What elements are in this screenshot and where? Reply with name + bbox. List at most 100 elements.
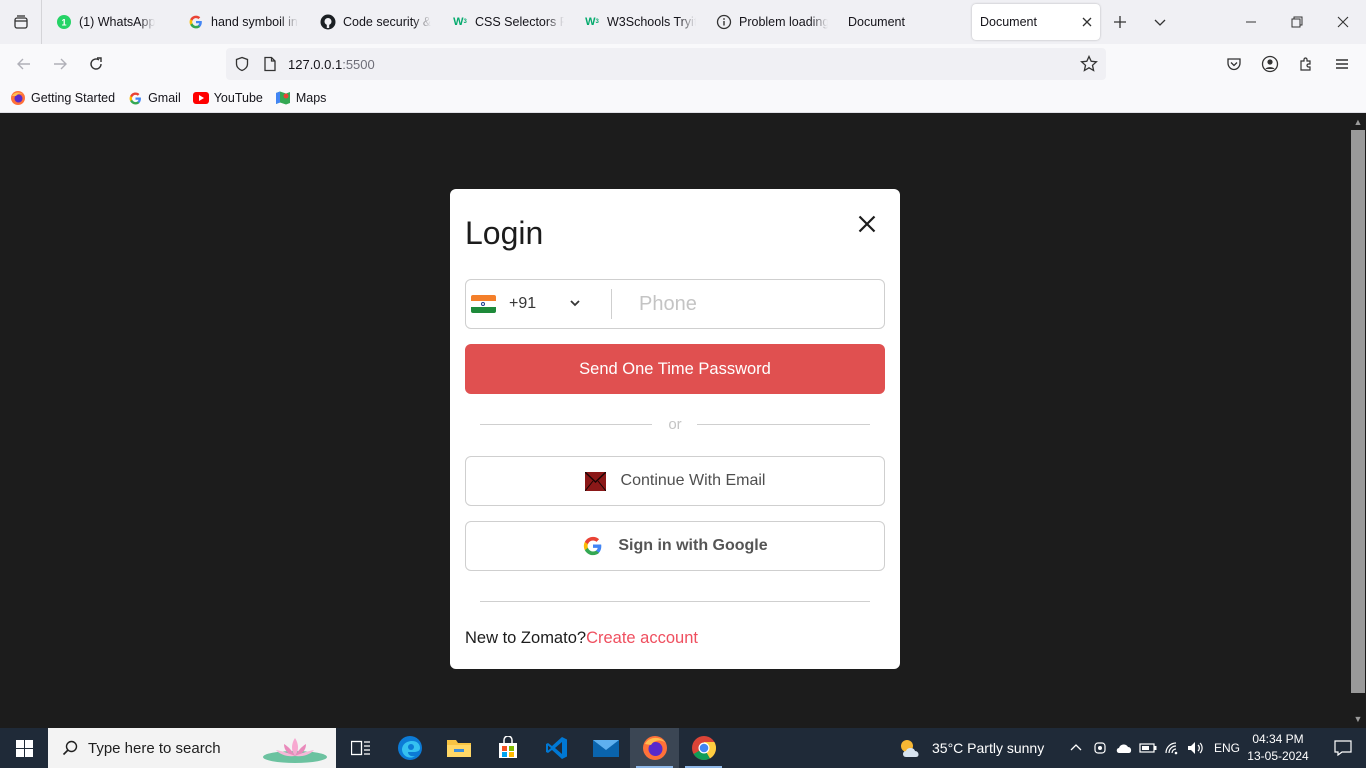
tab-github[interactable]: Code security & (310, 0, 442, 44)
edge-icon (397, 736, 422, 760)
input-language[interactable]: ENG (1214, 741, 1240, 755)
search-icon (62, 740, 78, 756)
new-tab-button[interactable] (1100, 0, 1140, 44)
close-tab-icon[interactable] (1082, 14, 1092, 30)
india-flag-icon[interactable] (471, 295, 496, 313)
search-placeholder: Type here to search (88, 739, 221, 757)
task-view-button[interactable] (336, 728, 385, 768)
bookmark-gmail[interactable]: Gmail (127, 90, 181, 106)
system-tray: ENG (1064, 728, 1246, 768)
phone-input[interactable] (624, 281, 879, 327)
puzzle-icon (1300, 57, 1311, 71)
taskbar-store[interactable] (483, 728, 532, 768)
reload-button[interactable] (78, 46, 114, 82)
continue-with-email-button[interactable]: Continue With Email (465, 456, 885, 506)
pocket-icon (1227, 58, 1241, 71)
google-icon (127, 90, 143, 106)
tab-list-icon (13, 15, 28, 29)
tab-w3schools-tryit[interactable]: W3 W3Schools Tryit E (574, 0, 706, 44)
scroll-up-arrow-icon[interactable]: ▲ (1350, 114, 1366, 130)
forward-button[interactable] (42, 46, 78, 82)
extensions-button[interactable] (1288, 46, 1324, 82)
tab-overflow-button[interactable] (1140, 0, 1180, 44)
chevron-down-icon (1154, 19, 1166, 26)
list-all-tabs-button[interactable] (0, 0, 42, 44)
tab-title: Problem loading (739, 15, 828, 29)
scrollbar-thumb[interactable] (1351, 130, 1365, 693)
restore-button[interactable] (1274, 0, 1320, 44)
pocket-button[interactable] (1216, 46, 1252, 82)
onedrive-cloud-icon[interactable] (1112, 728, 1136, 768)
close-window-button[interactable] (1320, 0, 1366, 44)
taskbar-vscode[interactable] (532, 728, 581, 768)
weather-widget[interactable]: 35°C Partly sunny (898, 728, 1044, 768)
send-otp-button[interactable]: Send One Time Password (465, 344, 885, 394)
footer-divider (480, 601, 870, 602)
google-icon (188, 14, 204, 30)
bookmark-youtube[interactable]: YouTube (192, 90, 263, 106)
taskbar-chrome[interactable] (679, 728, 728, 768)
tab-title: Document (848, 15, 905, 29)
battery-icon[interactable] (1136, 728, 1160, 768)
back-button[interactable] (6, 46, 42, 82)
email-button-label: Continue With Email (620, 472, 766, 489)
tab-document-active[interactable]: Document (972, 4, 1100, 40)
show-hidden-icons-chevron-icon[interactable] (1064, 728, 1088, 768)
wifi-icon[interactable] (1160, 728, 1184, 768)
whatsapp-icon: 1 (56, 14, 72, 30)
youtube-icon (192, 90, 209, 106)
mail-icon (592, 740, 619, 757)
windows-logo-icon (15, 739, 33, 757)
taskbar-firefox[interactable] (630, 728, 679, 768)
close-icon (1337, 16, 1349, 28)
start-button[interactable] (0, 728, 48, 768)
chevron-down-icon[interactable] (569, 296, 581, 314)
maps-icon (275, 90, 291, 106)
volume-icon[interactable] (1184, 728, 1208, 768)
weather-text: 35°C Partly sunny (932, 740, 1045, 756)
browser-tab-strip: 1 (1) WhatsApp hand symboil in Code secu… (0, 0, 1366, 44)
store-icon (498, 736, 517, 758)
tab-google-search[interactable]: hand symboil in (178, 0, 310, 44)
tab-css-selectors[interactable]: W3 CSS Selectors Ref (442, 0, 574, 44)
page-icon[interactable] (262, 56, 278, 72)
close-modal-button[interactable] (854, 211, 880, 237)
tab-whatsapp[interactable]: 1 (1) WhatsApp (46, 0, 178, 44)
url-text[interactable]: 127.0.0.1:5500 (288, 57, 375, 72)
folder-icon (446, 740, 471, 757)
google-button-label: Sign in with Google (618, 537, 768, 554)
taskbar-search-box[interactable]: Type here to search (48, 728, 336, 768)
create-account-link[interactable]: Create account (586, 629, 698, 647)
tab-title: Document (980, 15, 1037, 29)
app-menu-button[interactable] (1324, 46, 1360, 82)
taskbar-file-explorer[interactable] (434, 728, 483, 768)
w3schools-icon: W3 (453, 16, 467, 28)
tab-document[interactable]: Document (838, 0, 972, 44)
scroll-down-arrow-icon[interactable]: ▼ (1350, 711, 1366, 727)
address-bar[interactable]: 127.0.0.1:5500 (226, 48, 1106, 80)
phone-field-group: +91 (465, 279, 885, 329)
taskbar-clock[interactable]: 04:34 PM 13-05-2024 (1240, 731, 1316, 765)
firefox-icon (10, 90, 26, 106)
tab-title: Code security & (343, 15, 432, 29)
sign-in-with-google-button[interactable]: Sign in with Google (465, 521, 885, 571)
notification-center-button[interactable] (1320, 728, 1366, 768)
country-code[interactable]: +91 (509, 295, 536, 313)
minimize-button[interactable] (1228, 0, 1274, 44)
bookmark-getting-started[interactable]: Getting Started (10, 90, 115, 106)
vscode-icon (545, 737, 567, 759)
hamburger-menu-icon (1336, 59, 1348, 69)
google-icon (582, 535, 604, 557)
taskbar-mail[interactable] (581, 728, 630, 768)
shield-icon[interactable] (234, 56, 250, 72)
bookmark-star-icon[interactable] (1080, 55, 1098, 73)
tab-problem-loading[interactable]: Problem loading (706, 0, 838, 44)
bookmarks-toolbar: Getting Started Gmail YouTube Maps (0, 84, 1366, 113)
bookmark-maps[interactable]: Maps (275, 90, 326, 106)
account-button[interactable] (1252, 46, 1288, 82)
clock-time: 04:34 PM (1252, 732, 1304, 746)
meet-now-icon[interactable] (1088, 728, 1112, 768)
reload-icon (90, 57, 102, 70)
taskbar-edge[interactable] (385, 728, 434, 768)
close-icon (858, 215, 876, 233)
